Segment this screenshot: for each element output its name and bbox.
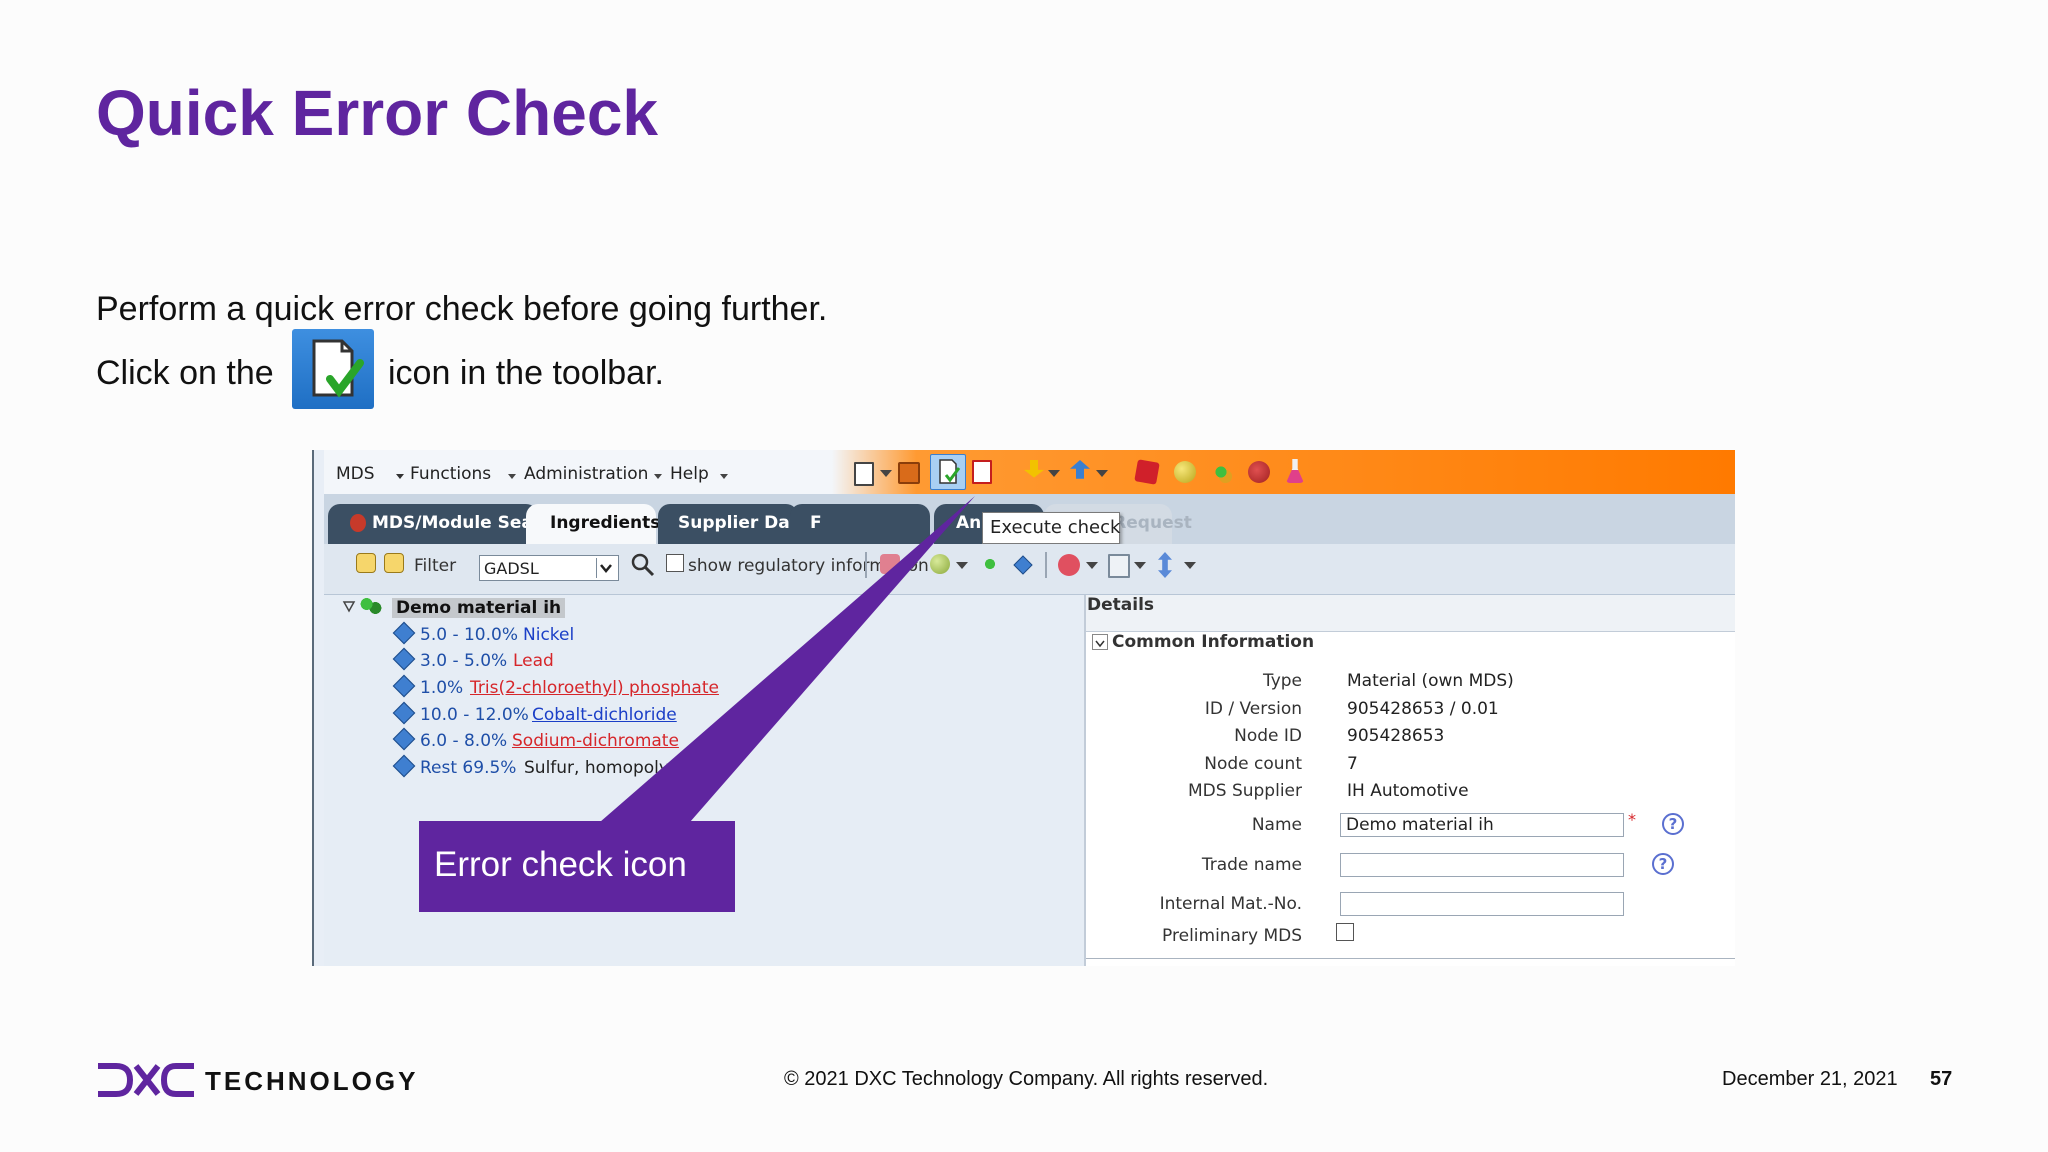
dxc-logo — [96, 1062, 196, 1098]
callout-text: Error check icon — [434, 845, 687, 884]
page-number: 57 — [1930, 1068, 1953, 1090]
copyright: © 2021 DXC Technology Company. All right… — [784, 1068, 1269, 1090]
callout-box: Error check icon — [419, 821, 735, 912]
callout-pointer — [600, 496, 975, 822]
footer-date: December 21, 2021 — [1722, 1068, 1898, 1090]
logo-text: TECHNOLOGY — [205, 1066, 419, 1096]
